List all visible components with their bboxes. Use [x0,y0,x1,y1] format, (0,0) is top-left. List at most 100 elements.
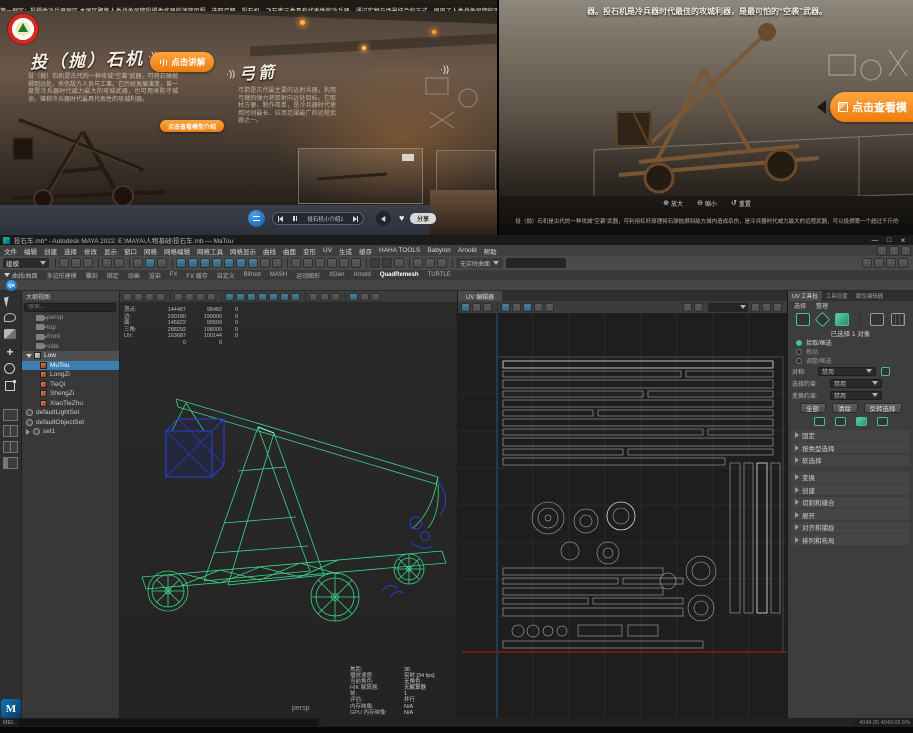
four-pane-layout-icon[interactable] [3,441,18,453]
move-tool-icon[interactable]: + [3,345,17,359]
outliner-layout-icon[interactable] [3,457,18,469]
shelf-tab-fx[interactable]: FX [170,272,178,278]
mask-rendering-icon[interactable] [248,258,258,268]
shelf-tab-rendering[interactable]: 渲染 [149,271,161,280]
workspace-icon[interactable] [877,246,887,256]
uv-sew-icon[interactable] [512,303,521,312]
lasso-tool-icon[interactable] [4,313,16,322]
menu-help[interactable]: 帮助 [484,246,497,256]
prev-track-icon[interactable] [278,216,283,222]
style-pick-marquee[interactable]: 拾取/框选 [788,338,913,347]
snap-grid-icon[interactable] [291,258,301,268]
select-border-icon[interactable] [835,417,846,426]
coordinate-input-field[interactable] [506,258,566,268]
command-input-field[interactable] [18,719,318,726]
menu-display[interactable]: 显示 [104,246,117,256]
redo-icon[interactable] [114,258,124,268]
show-modeling-toolkit-icon[interactable] [862,258,872,268]
uv-set-dropdown[interactable] [708,303,748,312]
shelf-tab-fx-caching[interactable]: FX 缓存 [186,271,207,280]
shelf-tab-sculpt[interactable]: 雕刻 [86,271,98,280]
grow-selection-icon[interactable] [856,417,867,426]
symmetry-icon[interactable] [881,367,890,376]
snap-curve-icon[interactable] [303,258,313,268]
menu-edit[interactable]: 编辑 [24,246,37,256]
menu-babylon[interactable]: Babylon [427,247,451,254]
heart-icon[interactable]: ♥ [399,213,404,223]
style-tweak-marquee[interactable]: 调整/框选 [788,356,913,365]
open-scene-icon[interactable] [71,258,81,268]
uv-editor-panel[interactable]: UV 编辑器 [458,291,788,718]
outliner-item-shengzi[interactable]: ShengZi [22,389,119,399]
render-settings-icon[interactable] [437,258,447,268]
mask-joints-icon[interactable] [188,258,198,268]
section-unfold[interactable]: 展开 [791,509,910,520]
uv-flip-v-icon[interactable] [472,303,481,312]
shelf-tab-motiongraphics[interactable]: 运动图形 [296,271,320,280]
uv-cube-icon[interactable] [835,313,849,326]
menu-arnold[interactable]: Arnold [458,247,477,254]
outliner-item-defaultobjectset[interactable]: defaultObjectSet [22,418,119,428]
undo-icon[interactable] [102,258,112,268]
shelf-tab-animation[interactable]: 动画 [128,271,140,280]
uv-cut-icon[interactable] [501,303,510,312]
tab-attribute-editor[interactable]: 属性编辑器 [852,291,888,301]
volume-icon[interactable]: ) [376,211,391,226]
view-model-button[interactable]: 点击查看模 [830,92,913,122]
menu-windows[interactable]: 窗口 [124,246,137,256]
mask-handles-icon[interactable] [176,258,186,268]
section-pinning[interactable]: 固定 [791,430,910,441]
no-live-surface-dropdown[interactable]: 无实时曲面 [456,258,503,268]
checker-display-icon[interactable] [694,303,703,312]
menu-generate[interactable]: 生成 [339,246,352,256]
shelf-tab-curves[interactable]: 曲线/曲面 [12,271,38,280]
zoom-out-control[interactable]: ⊖缩小 [697,199,717,208]
frame-selected-icon[interactable] [870,313,884,326]
menu-edit-mesh[interactable]: 网格编辑 [164,246,190,256]
outliner-item-tieqi[interactable]: TieQi [22,380,119,390]
section-select-by-type[interactable]: 按类型选择 [791,442,910,453]
new-scene-icon[interactable] [59,258,69,268]
ipr-render-icon[interactable] [425,258,435,268]
section-arrange-and-layout[interactable]: 排列和布局 [791,534,910,545]
outliner-item-longzi[interactable]: LongZi [22,370,119,380]
menu-cache[interactable]: 缓存 [359,246,372,256]
toolkit-menu-select[interactable]: 选择 [794,301,806,310]
show-channel-box-icon[interactable] [898,258,908,268]
outliner-item-xiaotiezhu[interactable]: XiaoTieZhu [22,399,119,409]
scale-tool-icon[interactable] [5,381,15,391]
shelf-tab-quadremesh[interactable]: QuadRemesh [380,272,419,278]
command-language-toggle[interactable]: MEL [3,720,14,726]
select-object-icon[interactable] [145,258,155,268]
transform-constraint-dropdown[interactable]: 禁用 [830,391,882,400]
outliner-item-set1[interactable]: set1 [22,427,119,437]
outliner-item-front[interactable]: front [22,332,119,342]
menu-curves[interactable]: 曲线 [263,246,276,256]
input-connections-icon[interactable] [370,258,380,268]
menu-mesh-tools[interactable]: 网格工具 [197,246,223,256]
mask-surfaces-icon[interactable] [212,258,222,268]
toolkit-menu-arrange[interactable]: 整理 [816,301,828,310]
uv-unfold-icon[interactable] [523,303,532,312]
shelf-tab-polymodeling[interactable]: 多边形建模 [47,271,77,280]
texture-display-icon[interactable] [683,303,692,312]
show-tool-settings-icon[interactable] [886,258,896,268]
outliner-header[interactable]: 大纲视图 [22,291,119,301]
exposure-icon[interactable] [773,303,782,312]
guide-avatar-button[interactable] [248,210,265,227]
menu-file[interactable]: 文件 [4,246,17,256]
shelf-tab-xgen[interactable]: XGen [329,272,344,278]
snap-point-icon[interactable] [315,258,325,268]
uv-editor-tab[interactable]: UV 编辑器 [458,291,502,301]
construction-history-icon[interactable] [394,258,404,268]
select-constraint-dropdown[interactable]: 禁用 [830,379,882,388]
shelf-tab-bifrost[interactable]: Bifrost [244,272,261,278]
mask-dynamics-icon[interactable] [236,258,246,268]
select-hierarchy-icon[interactable] [133,258,143,268]
uv-layout-icon[interactable] [534,303,543,312]
menu-mesh-display[interactable]: 网格显示 [230,246,256,256]
grid-toggle-icon[interactable] [891,313,905,326]
snap-projected-center-icon[interactable] [327,258,337,268]
uv-snapshot-icon[interactable] [545,303,554,312]
highlight-selection-icon[interactable] [272,258,282,268]
